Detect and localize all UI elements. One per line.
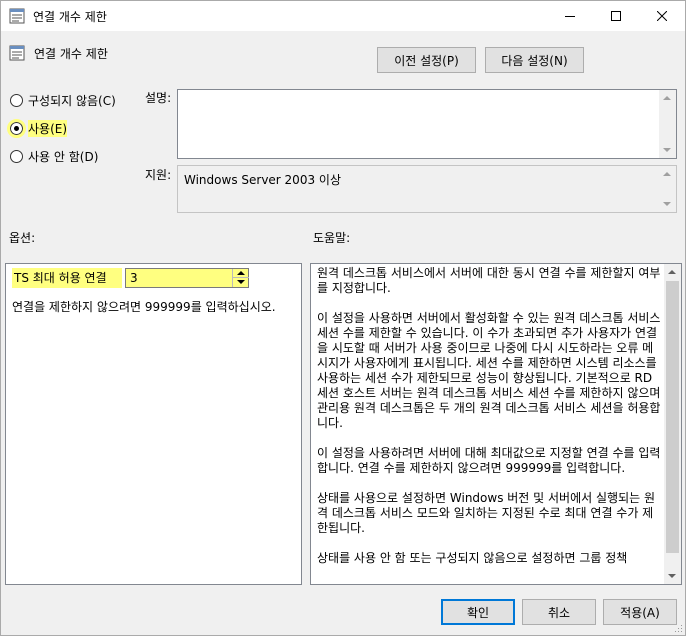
supported-value: Windows Server 2003 이상 xyxy=(184,173,341,187)
minimize-icon xyxy=(565,16,575,17)
help-paragraph: 이 설정을 사용하려면 서버에 대해 최대값으로 지정할 연결 수를 입력합니다… xyxy=(317,446,661,475)
radio-circle[interactable] xyxy=(7,118,26,138)
scroll-down-icon[interactable] xyxy=(663,148,671,152)
policy-setting-icon xyxy=(9,8,25,24)
options-label: 옵션: xyxy=(9,231,36,245)
maximize-icon xyxy=(611,11,621,21)
ts-max-connections-spinner[interactable] xyxy=(125,268,249,288)
spinner-buttons[interactable] xyxy=(232,269,249,287)
help-text: 원격 데스크톱 서비스에서 서버에 대한 동시 연결 수를 제한할지 여부를 지… xyxy=(317,266,661,581)
help-pane: 원격 데스크톱 서비스에서 서버에 대한 동시 연결 수를 제한할지 여부를 지… xyxy=(310,263,682,585)
options-note: 연결을 제한하지 않으려면 999999를 입력하십시오. xyxy=(12,300,276,314)
resize-grip-icon[interactable] xyxy=(673,623,683,633)
help-paragraph: 원격 데스크톱 서비스에서 서버에 대한 동시 연결 수를 제한할지 여부를 지… xyxy=(317,266,661,295)
title-bar: 연결 개수 제한 xyxy=(1,1,685,31)
ts-max-connections-row: TS 최대 허용 연결 xyxy=(12,268,250,288)
spin-down-icon[interactable] xyxy=(233,278,249,287)
radio-disabled[interactable]: 사용 안 함(D) xyxy=(10,147,98,165)
close-button[interactable] xyxy=(639,1,685,31)
scroll-down-icon[interactable] xyxy=(668,574,676,578)
help-paragraph: 상태를 사용으로 설정하면 Windows 버전 및 서버에서 실행되는 원격 … xyxy=(317,491,656,535)
supported-field: Windows Server 2003 이상 xyxy=(177,165,677,213)
policy-dialog: 연결 개수 제한 연결 개수 제한 이전 설정(P) 다음 설정(N) 구성되지… xyxy=(0,0,686,636)
supported-label: 지원: xyxy=(145,168,172,182)
radio-circle[interactable] xyxy=(10,93,23,107)
minimize-button[interactable] xyxy=(547,1,593,31)
policy-setting-icon xyxy=(9,45,25,61)
radio-label: 구성되지 않음(C) xyxy=(28,93,116,108)
close-icon xyxy=(657,11,667,21)
next-setting-button[interactable]: 다음 설정(N) xyxy=(485,47,584,73)
help-paragraph: 이 설정을 사용하면 서버에서 활성화할 수 있는 원격 데스크톱 서비스 세션… xyxy=(317,311,661,430)
radio-not-configured[interactable]: 구성되지 않음(C) xyxy=(10,91,116,109)
comment-field[interactable] xyxy=(177,89,677,159)
scroll-up-icon[interactable] xyxy=(663,172,671,176)
scroll-up-icon[interactable] xyxy=(663,96,671,100)
cancel-button[interactable]: 취소 xyxy=(522,599,596,625)
window-title: 연결 개수 제한 xyxy=(33,10,107,24)
scroll-up-icon[interactable] xyxy=(668,270,676,274)
help-scrollbar[interactable] xyxy=(664,264,681,584)
help-paragraph: 상태를 사용 안 함 또는 구성되지 않음으로 설정하면 그룹 정책 xyxy=(317,551,628,565)
maximize-button[interactable] xyxy=(593,1,639,31)
ts-max-connections-input[interactable] xyxy=(126,269,230,287)
ok-button[interactable]: 확인 xyxy=(441,599,515,625)
scroll-down-icon[interactable] xyxy=(663,202,671,206)
comment-scrollbar[interactable] xyxy=(659,90,676,158)
help-label: 도움말: xyxy=(313,231,351,245)
radio-circle[interactable] xyxy=(10,149,23,163)
options-pane: TS 최대 허용 연결 연결을 제한하지 않으려면 999999를 입력하십시오… xyxy=(5,263,302,585)
radio-label: 사용 안 함(D) xyxy=(28,149,99,164)
comment-label: 설명: xyxy=(145,91,172,105)
radio-label: 사용(E) xyxy=(28,119,68,137)
previous-setting-button[interactable]: 이전 설정(P) xyxy=(377,47,476,73)
apply-button[interactable]: 적용(A) xyxy=(603,599,677,625)
supported-scrollbar[interactable] xyxy=(659,166,676,212)
policy-name: 연결 개수 제한 xyxy=(34,47,108,61)
spin-up-icon[interactable] xyxy=(233,269,249,278)
radio-enabled[interactable]: 사용(E) xyxy=(7,118,68,138)
scroll-thumb[interactable] xyxy=(666,281,679,553)
ts-max-connections-label: TS 최대 허용 연결 xyxy=(12,268,122,288)
